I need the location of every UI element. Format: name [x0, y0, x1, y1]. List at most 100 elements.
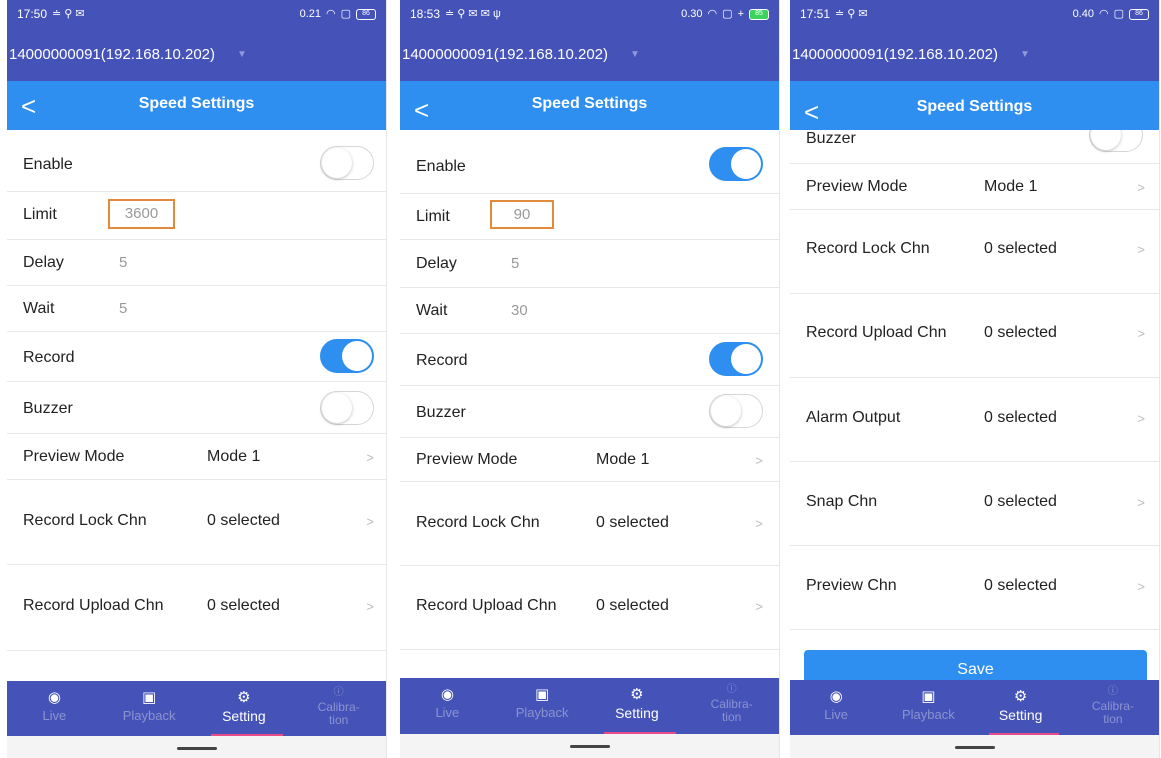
alarm-output-value: 0 selected	[984, 409, 1057, 426]
chevron-down-icon: ▼	[630, 49, 640, 60]
info-icon: ⓘ	[1107, 686, 1118, 697]
bottom-tab-bar: ◉ Live ▣ Playback ⚙ Setting ⓘ Calibra-ti…	[790, 680, 1159, 735]
status-bar: 17:50 ≐ ⚲ ✉ 0.21 ◠ ▢ 86	[7, 0, 386, 28]
status-time: 17:50	[17, 7, 48, 21]
preview-mode-value: Mode 1	[984, 178, 1038, 195]
limit-input[interactable]: 3600	[108, 199, 175, 229]
alarm-output-row[interactable]: Alarm Output 0 selected >	[790, 378, 1159, 462]
chevron-right-icon: >	[1137, 579, 1145, 594]
tab-live-label: Live	[42, 708, 67, 723]
record-lock-chn-label: Record Lock Chn	[23, 512, 147, 529]
chevron-right-icon: >	[366, 450, 374, 465]
record-lock-chn-value: 0 selected	[984, 240, 1057, 257]
limit-label: Limit	[23, 206, 57, 223]
record-upload-chn-row[interactable]: Record Upload Chn 0 selected >	[7, 565, 386, 651]
toggle-knob	[731, 149, 761, 179]
preview-mode-row[interactable]: Preview Mode Mode 1 >	[7, 434, 386, 480]
tab-calibration[interactable]: ⓘ Calibra-tion	[291, 681, 386, 736]
chevron-right-icon: >	[755, 599, 763, 614]
wait-row: Wait 30	[400, 288, 779, 334]
delay-input[interactable]: 5	[511, 255, 519, 272]
status-bar: 17:51 ≐ ⚲ ✉ 0.40 ◠ ▢ 86	[790, 0, 1159, 28]
buzzer-toggle[interactable]	[320, 391, 374, 425]
record-label: Record	[416, 352, 468, 369]
enable-toggle[interactable]	[709, 147, 763, 181]
tab-live-label: Live	[824, 707, 849, 722]
device-selector[interactable]: 14000000091(192.168.10.202) ▼	[400, 28, 779, 81]
record-row: Record	[400, 334, 779, 386]
chevron-right-icon: >	[1137, 326, 1145, 341]
record-upload-chn-label: Record Upload Chn	[23, 597, 164, 614]
tab-playback[interactable]: ▣ Playback	[882, 680, 974, 735]
limit-label: Limit	[416, 208, 450, 225]
limit-row: Limit 90	[400, 194, 779, 240]
tab-calibration[interactable]: ⓘ Calibra-tion	[684, 678, 779, 734]
notification-icons: ≐ ⚲ ✉ ✉ ψ	[445, 7, 501, 20]
title-bar: < Speed Settings	[7, 81, 386, 130]
title-bar: < Speed Settings	[400, 81, 779, 130]
preview-mode-row[interactable]: Preview Mode Mode 1 >	[400, 438, 779, 482]
wifi-icon: ◠	[325, 7, 336, 20]
device-selector[interactable]: 14000000091(192.168.10.202) ▼	[790, 28, 1159, 81]
image-icon: ▣	[535, 686, 550, 703]
phone-screen-1: 17:50 ≐ ⚲ ✉ 0.21 ◠ ▢ 86 14000000091(192.…	[7, 0, 387, 758]
gear-icon: ⚙	[237, 689, 251, 706]
tab-live[interactable]: ◉ Live	[400, 678, 495, 734]
preview-mode-row[interactable]: Preview Mode Mode 1 >	[790, 164, 1159, 210]
snap-chn-value: 0 selected	[984, 493, 1057, 510]
wait-input[interactable]: 30	[511, 302, 528, 319]
tab-setting[interactable]: ⚙ Setting	[197, 681, 292, 736]
delay-input[interactable]: 5	[119, 254, 127, 271]
tab-live[interactable]: ◉ Live	[7, 681, 102, 736]
record-upload-chn-label: Record Upload Chn	[416, 597, 557, 614]
record-upload-chn-row[interactable]: Record Upload Chn 0 selected >	[400, 566, 779, 650]
device-selector[interactable]: 14000000091(192.168.10.202) ▼	[7, 28, 386, 81]
record-lock-chn-row[interactable]: Record Lock Chn 0 selected >	[400, 482, 779, 566]
record-upload-chn-row[interactable]: Record Upload Chn 0 selected >	[790, 294, 1159, 378]
system-nav-bar	[400, 734, 779, 758]
notification-icons: ≐ ⚲ ✉	[52, 7, 85, 20]
buzzer-toggle[interactable]	[709, 394, 763, 428]
home-indicator[interactable]	[954, 746, 995, 749]
preview-mode-value: Mode 1	[207, 448, 261, 465]
tab-calibration-label: Calibra-tion	[1091, 699, 1134, 726]
enable-toggle[interactable]	[320, 146, 374, 180]
charging-icon: +	[737, 7, 744, 20]
record-toggle[interactable]	[709, 342, 763, 376]
preview-chn-row[interactable]: Preview Chn 0 selected >	[790, 546, 1159, 630]
wait-input[interactable]: 5	[119, 300, 127, 317]
home-indicator[interactable]	[569, 745, 610, 748]
tab-calibration[interactable]: ⓘ Calibra-tion	[1067, 680, 1159, 735]
bottom-tab-bar: ◉ Live ▣ Playback ⚙ Setting ⓘ Calibra-ti…	[7, 681, 386, 736]
enable-row: Enable	[400, 138, 779, 194]
device-label: 14000000091(192.168.10.202)	[792, 46, 999, 63]
enable-label: Enable	[23, 156, 73, 173]
record-lock-chn-row[interactable]: Record Lock Chn 0 selected >	[7, 480, 386, 565]
settings-list: Enable Limit 3600 Delay 5 Wait 5 Record …	[7, 138, 386, 651]
record-toggle[interactable]	[320, 339, 374, 373]
record-lock-chn-row[interactable]: Record Lock Chn 0 selected >	[790, 210, 1159, 294]
chevron-right-icon: >	[366, 599, 374, 614]
network-rate: 0.30	[681, 7, 703, 20]
tab-setting[interactable]: ⚙ Setting	[975, 680, 1067, 735]
record-lock-chn-value: 0 selected	[596, 514, 669, 531]
toggle-knob	[731, 344, 761, 374]
record-upload-chn-label: Record Upload Chn	[806, 324, 947, 341]
bottom-tab-bar: ◉ Live ▣ Playback ⚙ Setting ⓘ Calibra-ti…	[400, 678, 779, 734]
limit-input[interactable]: 90	[490, 200, 554, 229]
tab-playback[interactable]: ▣ Playback	[102, 681, 197, 736]
preview-mode-label: Preview Mode	[416, 451, 518, 468]
buzzer-label: Buzzer	[806, 130, 856, 147]
tab-setting[interactable]: ⚙ Setting	[590, 678, 685, 734]
wait-label: Wait	[23, 300, 55, 317]
snap-chn-row[interactable]: Snap Chn 0 selected >	[790, 462, 1159, 546]
phone-screen-2: 18:53 ≐ ⚲ ✉ ✉ ψ 0.30 ◠ ▢ + 85 1400000009…	[400, 0, 780, 758]
image-icon: ▣	[921, 688, 936, 705]
tab-calibration-label: Calibra-tion	[710, 697, 753, 724]
tab-live[interactable]: ◉ Live	[790, 680, 882, 735]
wifi-icon: ◠	[707, 7, 718, 20]
tab-playback[interactable]: ▣ Playback	[495, 678, 590, 734]
snap-chn-label: Snap Chn	[806, 493, 878, 510]
wifi-icon: ◠	[1098, 7, 1109, 20]
home-indicator[interactable]	[176, 747, 217, 750]
